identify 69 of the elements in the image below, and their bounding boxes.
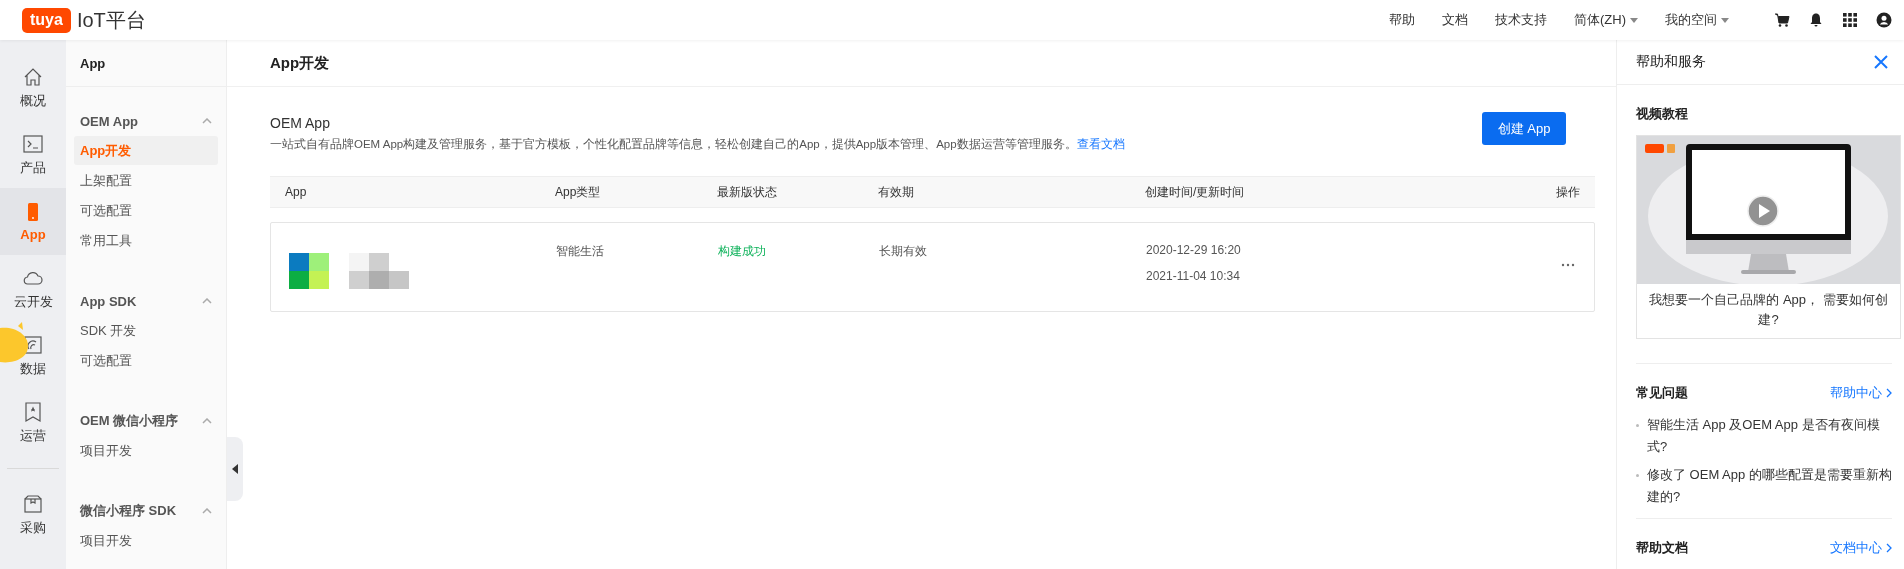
- section-heading: 视频教程: [1636, 105, 1688, 123]
- nav-rail-item[interactable]: 运营: [0, 389, 66, 456]
- nav-rail-item[interactable]: 采购: [0, 481, 66, 548]
- section-description: 一站式自有品牌OEM App构建及管理服务，基于官方模板，个性化配置品牌等信息，轻松创建自己的App，提供App版本管理、App数据运营等管理服务。查看文档: [270, 137, 1125, 152]
- nav-rail-item[interactable]: 产品: [0, 121, 66, 188]
- sidebar-group-header[interactable]: App SDK: [66, 287, 226, 315]
- docs-link[interactable]: 查看文档: [1076, 138, 1125, 150]
- bookmark-icon: [22, 400, 44, 423]
- section-heading: 帮助文档: [1636, 539, 1688, 557]
- chevron-right-icon: [1886, 388, 1892, 398]
- faq-link[interactable]: 智能生活 App 及OEM App 是否有夜间模式?: [1647, 414, 1892, 458]
- sidebar-item[interactable]: SDK 开发: [74, 316, 218, 345]
- faq-link[interactable]: 修改了 OEM App 的哪些配置是需要重新构建的?: [1647, 464, 1892, 508]
- bell-icon[interactable]: [1808, 12, 1824, 28]
- nav-link[interactable]: 简体(ZH): [1574, 11, 1638, 29]
- create-app-button[interactable]: 创建 App: [1482, 112, 1566, 145]
- play-button[interactable]: [1747, 195, 1779, 227]
- sidebar-item[interactable]: 项目开发: [74, 526, 218, 555]
- terminal-icon: [22, 132, 44, 155]
- updated-time: 2021-11-04 10:34: [1146, 269, 1241, 283]
- page-title: App开发: [227, 40, 1616, 87]
- sidebar-group-header[interactable]: OEM App: [66, 107, 226, 135]
- column-header: App: [285, 185, 308, 199]
- app-type: 智能生活: [556, 243, 605, 260]
- brand-title: IoT平台: [76, 7, 146, 33]
- chevron-up-icon: [202, 508, 212, 514]
- column-header: 操作: [1555, 183, 1580, 201]
- column-header: 最新版状态: [717, 183, 778, 201]
- cart-icon[interactable]: [1774, 12, 1790, 28]
- sidebar-item[interactable]: 可选配置: [74, 346, 218, 375]
- section-title: OEM App: [270, 115, 331, 131]
- nav-rail-item[interactable]: 数据: [0, 322, 66, 389]
- nav-link[interactable]: 帮助: [1389, 11, 1415, 29]
- sidebar-item[interactable]: 常用工具: [74, 226, 218, 255]
- build-status: 构建成功: [718, 243, 767, 260]
- apps-grid-icon[interactable]: [1842, 12, 1858, 28]
- help-center-link[interactable]: 帮助中心: [1830, 384, 1892, 402]
- column-header: 有效期: [878, 183, 915, 201]
- docs-center-link[interactable]: 文档中心: [1830, 539, 1892, 557]
- nav-rail-item[interactable]: 云开发: [0, 255, 66, 322]
- caret-icon: [1721, 17, 1729, 23]
- section-heading: 常见问题: [1636, 384, 1688, 402]
- column-header: App类型: [555, 183, 602, 201]
- nav-link[interactable]: 我的空间: [1665, 11, 1729, 29]
- video-card[interactable]: 我想要一个自己品牌的 App， 需要如何创建?: [1636, 135, 1901, 339]
- package-icon: [22, 492, 44, 515]
- chevron-up-icon: [202, 118, 212, 124]
- validity: 长期有效: [879, 243, 928, 260]
- chevron-up-icon: [202, 418, 212, 424]
- video-caption[interactable]: 我想要一个自己品牌的 App， 需要如何创建?: [1637, 284, 1900, 338]
- created-time: 2020-12-29 16:20: [1146, 243, 1242, 257]
- chevron-up-icon: [202, 298, 212, 304]
- close-button[interactable]: [1874, 55, 1888, 69]
- sidebar-title: App: [66, 40, 226, 87]
- nav-rail-item[interactable]: 概况: [0, 54, 66, 121]
- nav-link[interactable]: 文档: [1442, 11, 1468, 29]
- chart-icon: [22, 333, 44, 356]
- account-icon[interactable]: [1876, 12, 1892, 28]
- sidebar-item[interactable]: 项目开发: [74, 436, 218, 465]
- sidebar-item[interactable]: 上架配置: [74, 166, 218, 195]
- caret-icon: [1630, 17, 1638, 23]
- nav-link[interactable]: 技术支持: [1495, 11, 1547, 29]
- collapse-handle[interactable]: [227, 437, 243, 501]
- chevron-right-icon: [1886, 543, 1892, 553]
- sidebar-group-header[interactable]: OEM 微信小程序: [66, 407, 226, 435]
- panel-title: 帮助和服务: [1636, 53, 1706, 71]
- sidebar-item[interactable]: 可选配置: [74, 196, 218, 225]
- column-header: 创建时间/更新时间: [1145, 183, 1246, 201]
- sidebar-group-header[interactable]: 微信小程序 SDK: [66, 497, 226, 525]
